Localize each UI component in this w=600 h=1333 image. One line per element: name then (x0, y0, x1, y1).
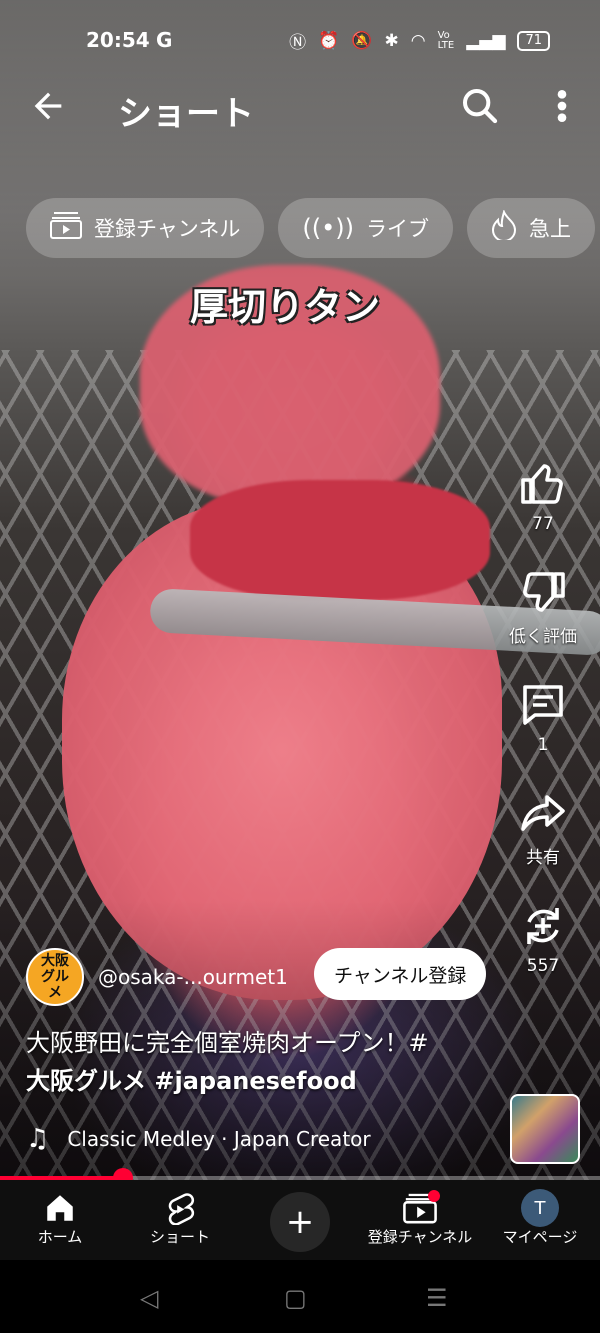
nav-subscriptions-label: 登録チャンネル (367, 1228, 473, 1246)
dislike-button[interactable]: 低く評価 (509, 568, 577, 647)
status-icons: Ⓝ ⏰ 🔕 ✱ ◠ Vo LTE ▂▄▆ 71 (289, 28, 550, 53)
remix-count: 557 (526, 956, 560, 976)
back-arrow-icon[interactable] (28, 86, 68, 135)
plus-icon: + (270, 1192, 330, 1252)
music-note-icon: ♫ (26, 1124, 50, 1154)
nav-shorts-label: ショート (149, 1228, 210, 1246)
bottom-nav: ホーム ショート + 登録チャンネル T マイページ (0, 1180, 600, 1260)
battery-icon: 71 (517, 30, 550, 51)
nfc-icon: Ⓝ (289, 33, 307, 53)
comment-count: 1 (537, 735, 549, 755)
system-recents-icon[interactable]: ☰ (426, 1284, 448, 1312)
app-bar: ショート (0, 80, 600, 140)
subscriptions-icon (50, 211, 82, 245)
profile-avatar: T (521, 1189, 559, 1227)
shorts-icon (168, 1193, 195, 1225)
comment-button[interactable]: 1 (519, 681, 567, 755)
chip-trending[interactable]: 急上 (466, 198, 595, 258)
video-description[interactable]: 大阪野田に完全個室焼肉オープン！# 大阪グルメ #japanesefood (26, 1024, 486, 1100)
home-icon (47, 1195, 73, 1221)
alarm-icon: ⏰ (318, 30, 340, 51)
thumbs-up-icon (521, 464, 563, 504)
chip-subscriptions[interactable]: 登録チャンネル (26, 198, 265, 258)
live-icon: ((•)) (302, 214, 354, 242)
remix-button[interactable]: 557 (519, 902, 567, 976)
system-home-icon[interactable]: ▢ (284, 1284, 307, 1312)
channel-avatar[interactable]: 大阪グルメ (26, 948, 84, 1006)
chip-live[interactable]: ((•)) ライブ (278, 198, 453, 258)
notification-dot (428, 1190, 440, 1202)
trending-icon (491, 208, 517, 246)
signal-icon: ▂▄▆ (466, 30, 506, 51)
mute-icon: 🔕 (351, 30, 373, 51)
dislike-label: 低く評価 (509, 627, 577, 647)
chip-label: ライブ (365, 217, 429, 241)
video-overlay-text: 厚切りタン (190, 284, 381, 329)
nav-home[interactable]: ホーム (0, 1190, 120, 1247)
status-time: 20:54 (86, 28, 150, 52)
description-line-2: 大阪グルメ #japanesefood (26, 1067, 357, 1095)
description-line-1: 大阪野田に完全個室焼肉オープン！# (26, 1029, 429, 1057)
nav-shorts[interactable]: ショート (120, 1190, 240, 1247)
like-count: 77 (532, 514, 554, 534)
chip-label: 登録チャンネル (94, 217, 241, 241)
chip-label: 急上 (528, 217, 571, 241)
google-icon: G (156, 28, 173, 52)
thumbs-down-icon (523, 572, 565, 612)
like-button[interactable]: 77 (519, 460, 567, 534)
action-rail: 77 低く評価 1 共有 557 (506, 460, 580, 1010)
more-vert-icon[interactable] (552, 86, 572, 126)
music-track: Classic Medley · Japan Creator (67, 1127, 371, 1151)
nav-home-label: ホーム (37, 1228, 83, 1246)
channel-handle[interactable]: @osaka-...ourmet1 (98, 965, 288, 989)
status-bar: 20:54 G Ⓝ ⏰ 🔕 ✱ ◠ Vo LTE ▂▄▆ 71 (0, 0, 600, 80)
search-icon[interactable] (460, 86, 500, 126)
share-label: 共有 (526, 848, 560, 868)
system-nav-bar: ◁ ▢ ☰ (0, 1260, 600, 1333)
nav-you[interactable]: T マイページ (480, 1189, 600, 1247)
share-button[interactable]: 共有 (519, 789, 567, 868)
system-back-icon[interactable]: ◁ (140, 1284, 158, 1312)
video-meat-cut (190, 480, 490, 600)
comment-icon (523, 685, 563, 725)
channel-row: 大阪グルメ @osaka-...ourmet1 (26, 948, 288, 1006)
page-title: ショート (118, 94, 254, 134)
sound-thumbnail[interactable] (510, 1094, 580, 1164)
nav-subscriptions[interactable]: 登録チャンネル (360, 1190, 480, 1247)
share-icon (521, 795, 565, 831)
subscribe-button[interactable]: チャンネル登録 (314, 948, 487, 1000)
channel-avatar-text: 大阪グルメ (41, 953, 69, 1001)
nav-create[interactable]: + (240, 1192, 360, 1252)
music-row[interactable]: ♫ Classic Medley · Japan Creator (26, 1124, 371, 1154)
nav-you-label: マイページ (502, 1228, 578, 1246)
wifi-icon: ◠ (410, 30, 426, 51)
filter-chips: 登録チャンネル ((•)) ライブ 急上 (26, 198, 595, 258)
remix-icon (527, 908, 559, 944)
volte-icon: Vo LTE (437, 29, 455, 51)
bluetooth-icon: ✱ (384, 30, 399, 51)
